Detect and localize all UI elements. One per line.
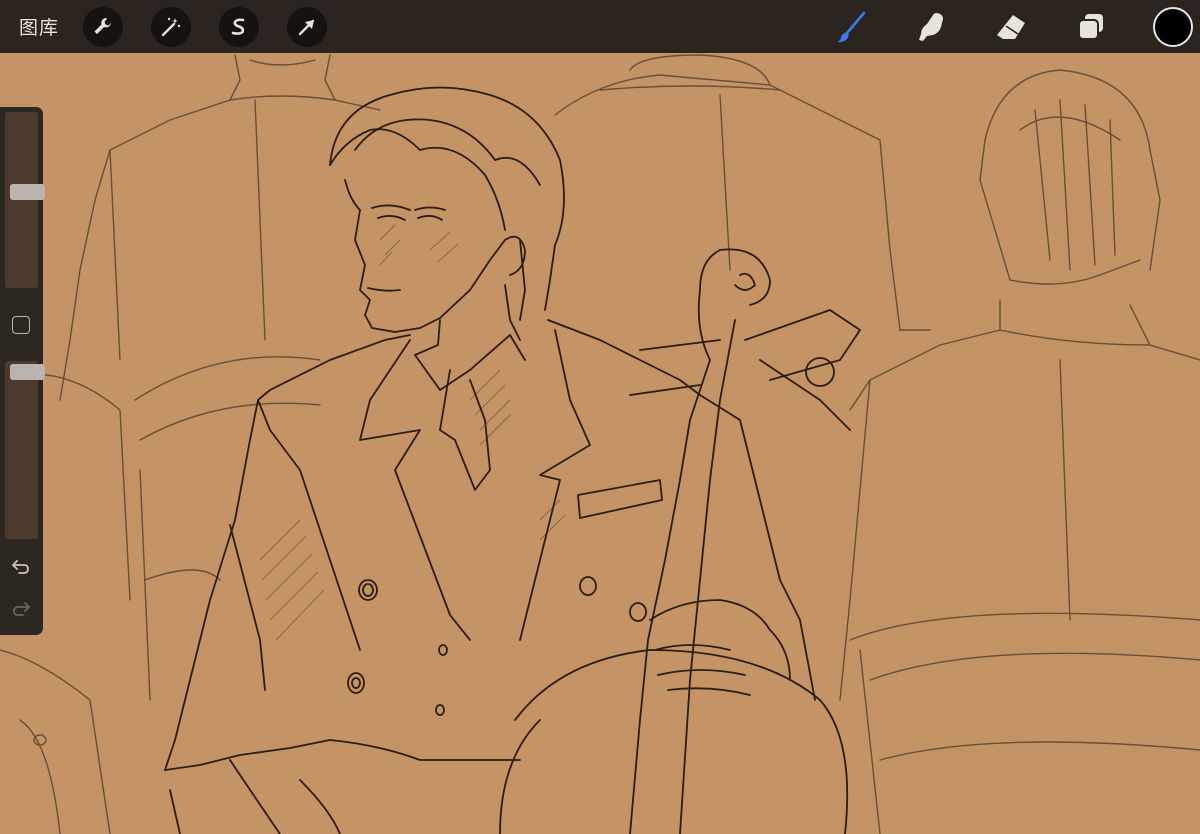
actions-button[interactable] bbox=[83, 7, 123, 47]
magic-wand-icon bbox=[161, 17, 181, 37]
top-toolbar: 图库 bbox=[0, 0, 1200, 53]
smudge-tool-button[interactable] bbox=[910, 6, 952, 48]
brush-tool-button[interactable] bbox=[830, 6, 872, 48]
wrench-icon bbox=[94, 18, 111, 34]
gallery-button[interactable]: 图库 bbox=[19, 13, 59, 40]
square-icon[interactable] bbox=[12, 316, 30, 334]
redo-icon bbox=[13, 602, 30, 616]
redo-button[interactable] bbox=[10, 597, 32, 619]
layers-button[interactable] bbox=[1070, 6, 1112, 48]
left-sidebar bbox=[0, 107, 45, 635]
brush-size-thumb[interactable] bbox=[10, 184, 45, 200]
undo-button[interactable] bbox=[10, 555, 32, 577]
transform-button[interactable] bbox=[287, 7, 327, 47]
undo-icon bbox=[12, 560, 29, 574]
drawing-canvas[interactable] bbox=[0, 53, 1200, 834]
opacity-slider[interactable] bbox=[5, 361, 45, 539]
smudge-finger-icon bbox=[919, 13, 943, 41]
selection-button[interactable] bbox=[219, 7, 259, 47]
brush-size-slider[interactable] bbox=[5, 112, 45, 288]
eraser-icon bbox=[997, 15, 1025, 39]
opacity-thumb[interactable] bbox=[10, 364, 45, 381]
color-picker-button[interactable] bbox=[1153, 7, 1193, 47]
eraser-tool-button[interactable] bbox=[990, 6, 1032, 48]
adjustments-button[interactable] bbox=[151, 7, 191, 47]
sketch-artwork bbox=[0, 53, 1200, 834]
arrow-cursor-icon bbox=[298, 19, 315, 36]
paintbrush-icon bbox=[837, 11, 866, 43]
layers-icon bbox=[1078, 14, 1103, 40]
selection-s-icon bbox=[231, 18, 245, 35]
